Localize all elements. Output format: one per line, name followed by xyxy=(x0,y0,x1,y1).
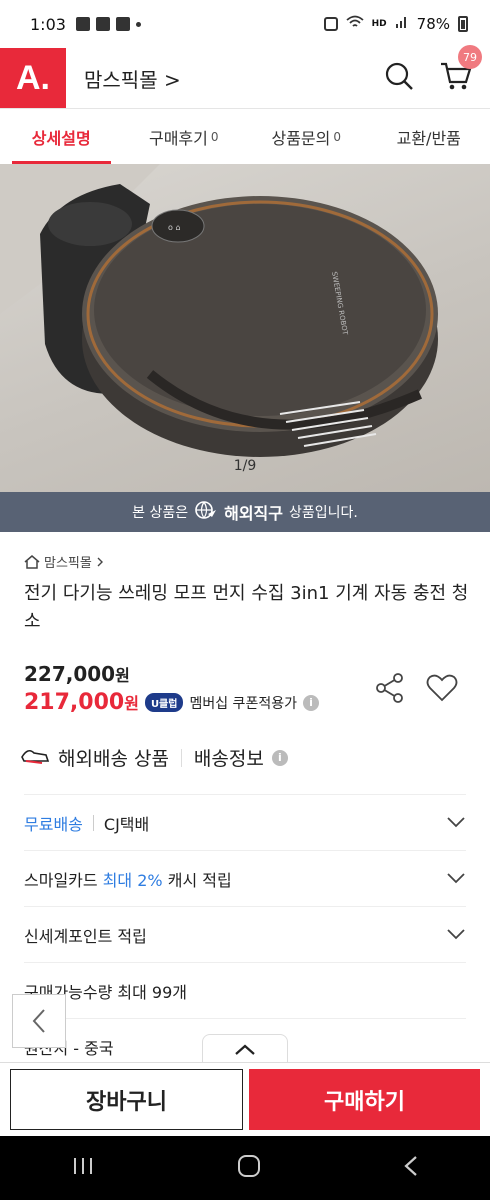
info-icon[interactable]: i xyxy=(271,749,288,766)
sale-price-row: 217,000원 U클럽 멤버십 쿠폰적용가 i xyxy=(24,690,319,715)
accessibility-icon xyxy=(115,17,130,31)
svg-text:o ⌂: o ⌂ xyxy=(168,223,181,232)
currency-label: 원 xyxy=(124,694,139,713)
share-icon[interactable] xyxy=(374,672,406,708)
hd-label: HD xyxy=(371,19,387,29)
currency-label: 원 xyxy=(115,666,130,685)
app-header: A. 맘스픽몰 > 79 xyxy=(0,45,490,108)
home-nav-icon[interactable] xyxy=(237,1154,261,1182)
chevron-right-icon xyxy=(97,557,103,566)
chevron-down-icon[interactable] xyxy=(446,869,466,888)
overseas-shipping-label: 해외배송 상품 xyxy=(58,748,169,770)
wifi-icon xyxy=(346,15,364,33)
shipping-row: 해외배송 상품 배송정보 i xyxy=(20,744,288,771)
purchase-bar: 장바구니 구매하기 xyxy=(0,1062,490,1136)
system-nav-bar xyxy=(0,1136,490,1200)
sale-price-value: 217,000 xyxy=(24,690,125,715)
tab-qna[interactable]: 상품문의 0 xyxy=(245,109,368,164)
tab-exchange-return[interactable]: 교환/반품 xyxy=(368,109,490,164)
logo[interactable]: A. xyxy=(0,48,66,108)
chevron-left-icon xyxy=(32,1009,45,1033)
product-image-gallery[interactable]: o ⌂ SWEEPING ROBOT 1/9 xyxy=(0,164,490,492)
battery-text: 78% xyxy=(416,15,450,33)
recent-apps-icon[interactable] xyxy=(71,1156,95,1180)
status-time: 1:03 xyxy=(30,14,66,34)
chevron-down-icon[interactable] xyxy=(446,813,466,832)
uclub-badge: U클럽 xyxy=(144,693,184,712)
detail-tabs: 상세설명 구매후기 0 상품문의 0 교환/반품 xyxy=(0,108,490,164)
banner-suffix: 상품입니다. xyxy=(289,505,358,521)
tab-reviews[interactable]: 구매후기 0 xyxy=(123,109,246,164)
smilecard-suffix: 캐시 적립 xyxy=(167,870,232,890)
banner-highlight: 해외직구 xyxy=(224,504,283,523)
product-title: 전기 다기능 쓰레밍 모프 먼지 수집 3in1 기계 자동 충전 청소 xyxy=(24,583,469,632)
points-label: 신세계포인트 적립 xyxy=(24,926,147,946)
notification-icon xyxy=(75,17,90,31)
overseas-banner: 본 상품은 해외직구 상품입니다. xyxy=(0,492,490,532)
more-dot-icon xyxy=(135,21,141,27)
sale-price: 217,000원 xyxy=(24,690,139,715)
divider xyxy=(180,748,182,767)
status-bar: 1:03 HD 78% xyxy=(0,0,490,48)
max-qty-row: 구매가능수량 최대 99개 xyxy=(24,962,466,1018)
back-nav-icon[interactable] xyxy=(403,1155,419,1181)
membership-coupon-text: 멤버십 쿠폰적용가 xyxy=(189,695,297,712)
original-price-value: 227,000 xyxy=(24,662,116,686)
chevron-up-icon xyxy=(235,1044,255,1055)
info-icon[interactable]: i xyxy=(302,694,319,711)
heart-icon[interactable] xyxy=(426,674,458,706)
smilecard-label: 스마일카드 xyxy=(24,870,98,890)
breadcrumb-label: 맘스픽몰 xyxy=(44,556,92,571)
shipping-info-link[interactable]: 배송정보 xyxy=(194,744,264,771)
search-icon[interactable] xyxy=(384,61,414,95)
smilecard-row[interactable]: 스마일카드 최대 2% 캐시 적립 xyxy=(24,850,466,906)
robot-vacuum-image: o ⌂ SWEEPING ROBOT xyxy=(0,164,438,457)
tab-label: 구매후기 xyxy=(148,128,208,148)
buy-now-button[interactable]: 구매하기 xyxy=(249,1069,480,1130)
tab-count: 0 xyxy=(210,129,219,144)
free-shipping-label: 무료배송 xyxy=(24,814,83,834)
signal-icon xyxy=(395,15,409,33)
points-row[interactable]: 신세계포인트 적립 xyxy=(24,906,466,962)
globe-plane-icon xyxy=(194,500,218,524)
add-to-cart-button[interactable]: 장바구니 xyxy=(10,1069,243,1130)
banner-prefix: 본 상품은 xyxy=(132,505,189,521)
settings-icon xyxy=(95,17,110,31)
notification-icons xyxy=(75,17,141,31)
home-icon xyxy=(24,554,40,569)
tab-label: 교환/반품 xyxy=(396,128,461,148)
store-name-link[interactable]: 맘스픽몰 > xyxy=(84,64,181,93)
breadcrumb[interactable]: 맘스픽몰 xyxy=(24,552,104,571)
tab-label: 상세설명 xyxy=(31,128,91,148)
tab-label: 상품문의 xyxy=(271,128,331,148)
smilecard-rate: 최대 2% xyxy=(102,870,163,890)
cart-badge: 79 xyxy=(458,45,482,69)
alarm-icon xyxy=(323,17,338,31)
overseas-shipping-icon xyxy=(20,745,50,770)
carrier-label: CJ택배 xyxy=(103,814,150,834)
original-price: 227,000원 xyxy=(24,662,130,686)
image-counter: 1/9 xyxy=(233,458,257,474)
chevron-down-icon[interactable] xyxy=(446,925,466,944)
cart-button[interactable]: 79 xyxy=(440,45,482,95)
battery-icon xyxy=(458,16,468,32)
tab-description[interactable]: 상세설명 xyxy=(0,109,123,164)
delivery-row[interactable]: 무료배송 CJ택배 xyxy=(24,794,466,850)
divider xyxy=(92,814,94,831)
tab-count: 0 xyxy=(333,129,342,144)
benefit-list: 무료배송 CJ택배 스마일카드 최대 2% 캐시 적립 신세계포인트 적립 구매… xyxy=(24,794,466,1074)
collapse-handle[interactable] xyxy=(202,1034,288,1064)
floating-back-button[interactable] xyxy=(12,994,66,1048)
